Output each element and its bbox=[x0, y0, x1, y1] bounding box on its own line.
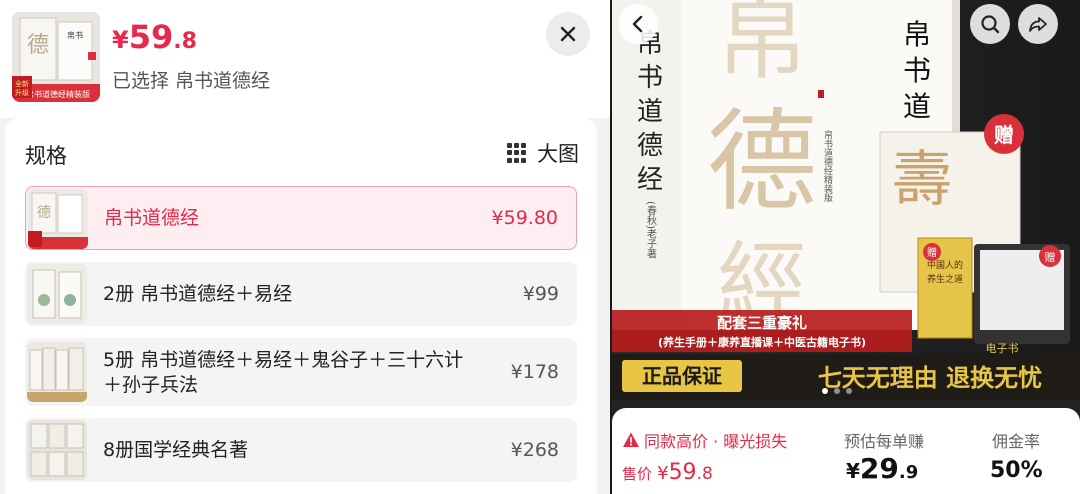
svg-text:壽: 壽 bbox=[892, 145, 952, 215]
price-currency: ¥ bbox=[112, 26, 129, 54]
sale-decimal: .8 bbox=[696, 464, 713, 484]
warning-text: 同款高价 · 曝光损失 bbox=[644, 432, 788, 451]
option-name: 8册国学经典名著 bbox=[103, 438, 249, 461]
svg-text:德: 德 bbox=[37, 205, 51, 221]
price-decimal: .8 bbox=[173, 29, 197, 54]
product-thumbnail[interactable]: 德 帛书 帛书道德经精装版 全新 升级 bbox=[12, 12, 100, 102]
option-price: ¥99 bbox=[522, 283, 559, 305]
sale-integer: 59 bbox=[668, 460, 697, 485]
svg-text:德: 德 bbox=[27, 33, 49, 58]
commission-rate-value: 50% bbox=[990, 458, 1043, 483]
share-button[interactable] bbox=[1018, 4, 1058, 44]
svg-text:帛: 帛 bbox=[717, 0, 807, 92]
big-image-toggle[interactable]: 大图 bbox=[507, 138, 579, 168]
selected-summary: 已选择 帛书道德经 bbox=[112, 66, 276, 93]
commission-rate-label: 佣金率 bbox=[992, 432, 1041, 451]
warning-icon bbox=[623, 432, 639, 447]
spec-option-1[interactable]: 德 帛书道德经 ¥59.80 bbox=[25, 186, 577, 250]
estimated-earning-value: ¥29.9 bbox=[846, 452, 918, 485]
sku-sheet: 德 帛书 帛书道德经精装版 全新 升级 ¥59.8 已选择 帛书道德经 规格 大… bbox=[0, 0, 610, 494]
option-thumbnail bbox=[27, 420, 87, 480]
close-button[interactable] bbox=[546, 12, 590, 56]
spec-title: 规格 bbox=[25, 144, 67, 168]
svg-text:正品保证: 正品保证 bbox=[642, 364, 722, 388]
svg-text:(养生手册＋康养直播课＋中医古籍电子书): (养生手册＋康养直播课＋中医古籍电子书) bbox=[658, 335, 866, 349]
svg-text:帛书: 帛书 bbox=[67, 30, 83, 40]
product-hero-image: 帛 德 經 帛 书 道 德 经 (春秋)老子著 帛 书 道 帛书道德经精装版 壽… bbox=[612, 0, 1080, 400]
sale-currency: ¥ bbox=[657, 463, 669, 484]
search-button[interactable] bbox=[970, 4, 1010, 44]
svg-text:配套三重豪礼: 配套三重豪礼 bbox=[717, 314, 807, 332]
svg-text:赠: 赠 bbox=[927, 246, 937, 259]
share-icon bbox=[1029, 17, 1047, 32]
svg-text:书: 书 bbox=[637, 63, 663, 93]
commission-info: 同款高价 · 曝光损失 售价 ¥59.8 预估每单赚 ¥29.9 佣金率 50% bbox=[612, 408, 1080, 494]
selected-value: 帛书道德经 bbox=[175, 70, 271, 92]
option-price: ¥178 bbox=[510, 361, 559, 383]
big-image-label: 大图 bbox=[537, 142, 579, 166]
product-image-carousel[interactable]: 帛 德 經 帛 书 道 德 经 (春秋)老子著 帛 书 道 帛书道德经精装版 壽… bbox=[612, 0, 1080, 400]
screen: 德 帛书 帛书道德经精装版 全新 升级 ¥59.8 已选择 帛书道德经 规格 大… bbox=[0, 0, 1080, 494]
selected-label: 已选择 bbox=[112, 70, 170, 92]
svg-text:全新: 全新 bbox=[15, 79, 29, 88]
sale-label: 售价 bbox=[622, 465, 653, 483]
svg-text:书: 书 bbox=[903, 54, 931, 87]
option-name: 5册 帛书道德经＋易经＋鬼谷子＋三十六计 ＋孙子兵法 bbox=[103, 348, 463, 398]
svg-text:养生之道: 养生之道 bbox=[927, 273, 963, 285]
svg-text:经: 经 bbox=[637, 165, 663, 195]
option-name: 帛书道德经 bbox=[104, 206, 200, 229]
spec-option-4[interactable]: 8册国学经典名著 ¥268 bbox=[25, 418, 577, 482]
spec-option-3[interactable]: 5册 帛书道德经＋易经＋鬼谷子＋三十六计 ＋孙子兵法 ¥178 bbox=[25, 338, 577, 406]
option-name: 2册 帛书道德经＋易经 bbox=[103, 282, 293, 305]
est-integer: 29 bbox=[859, 452, 899, 485]
estimated-earning-label: 预估每单赚 bbox=[844, 432, 925, 451]
svg-text:电子书: 电子书 bbox=[986, 342, 1019, 355]
price-integer: 59 bbox=[128, 18, 174, 56]
product-detail: 帛 德 經 帛 书 道 德 经 (春秋)老子著 帛 书 道 帛书道德经精装版 壽… bbox=[612, 0, 1080, 494]
chevron-left-icon bbox=[632, 15, 643, 33]
spec-section: 规格 大图 德 帛书道德经 ¥59.80 2册 帛书道德经＋易经 ¥99 5册 … bbox=[5, 118, 597, 494]
sku-header: 德 帛书 帛书道德经精装版 全新 升级 ¥59.8 已选择 帛书道德经 bbox=[0, 0, 610, 118]
option-name-line2: ＋孙子兵法 bbox=[103, 374, 199, 396]
svg-text:帛书道德经精装版: 帛书道德经精装版 bbox=[26, 89, 90, 99]
svg-text:德: 德 bbox=[707, 98, 817, 226]
selected-price: ¥59.8 bbox=[112, 18, 197, 56]
sale-price: 售价 ¥59.8 bbox=[622, 460, 713, 485]
option-price: ¥59.80 bbox=[491, 207, 558, 229]
option-thumbnail bbox=[27, 264, 87, 324]
svg-text:(春秋)老子著: (春秋)老子著 bbox=[645, 201, 657, 259]
spec-option-2[interactable]: 2册 帛书道德经＋易经 ¥99 bbox=[25, 262, 577, 326]
search-icon bbox=[981, 15, 1000, 34]
close-icon bbox=[560, 26, 576, 42]
price-warning[interactable]: 同款高价 · 曝光损失 bbox=[622, 428, 787, 452]
svg-text:帛书道德经精装版: 帛书道德经精装版 bbox=[822, 129, 833, 203]
option-name-line1: 5册 帛书道德经＋易经＋鬼谷子＋三十六计 bbox=[103, 349, 464, 371]
svg-text:赠: 赠 bbox=[1045, 250, 1056, 264]
back-button[interactable] bbox=[618, 4, 658, 44]
grid-icon bbox=[507, 143, 527, 163]
svg-text:道: 道 bbox=[637, 97, 663, 127]
est-decimal: .9 bbox=[898, 462, 919, 483]
option-thumbnail: 德 bbox=[28, 189, 88, 249]
svg-text:帛: 帛 bbox=[903, 18, 931, 51]
svg-text:道: 道 bbox=[903, 90, 931, 123]
carousel-indicator bbox=[822, 388, 852, 394]
option-price: ¥268 bbox=[510, 439, 559, 461]
svg-text:升级: 升级 bbox=[15, 88, 29, 97]
svg-text:德: 德 bbox=[637, 131, 663, 161]
option-thumbnail bbox=[27, 342, 87, 402]
est-currency: ¥ bbox=[846, 459, 860, 483]
svg-text:赠: 赠 bbox=[994, 123, 1014, 147]
